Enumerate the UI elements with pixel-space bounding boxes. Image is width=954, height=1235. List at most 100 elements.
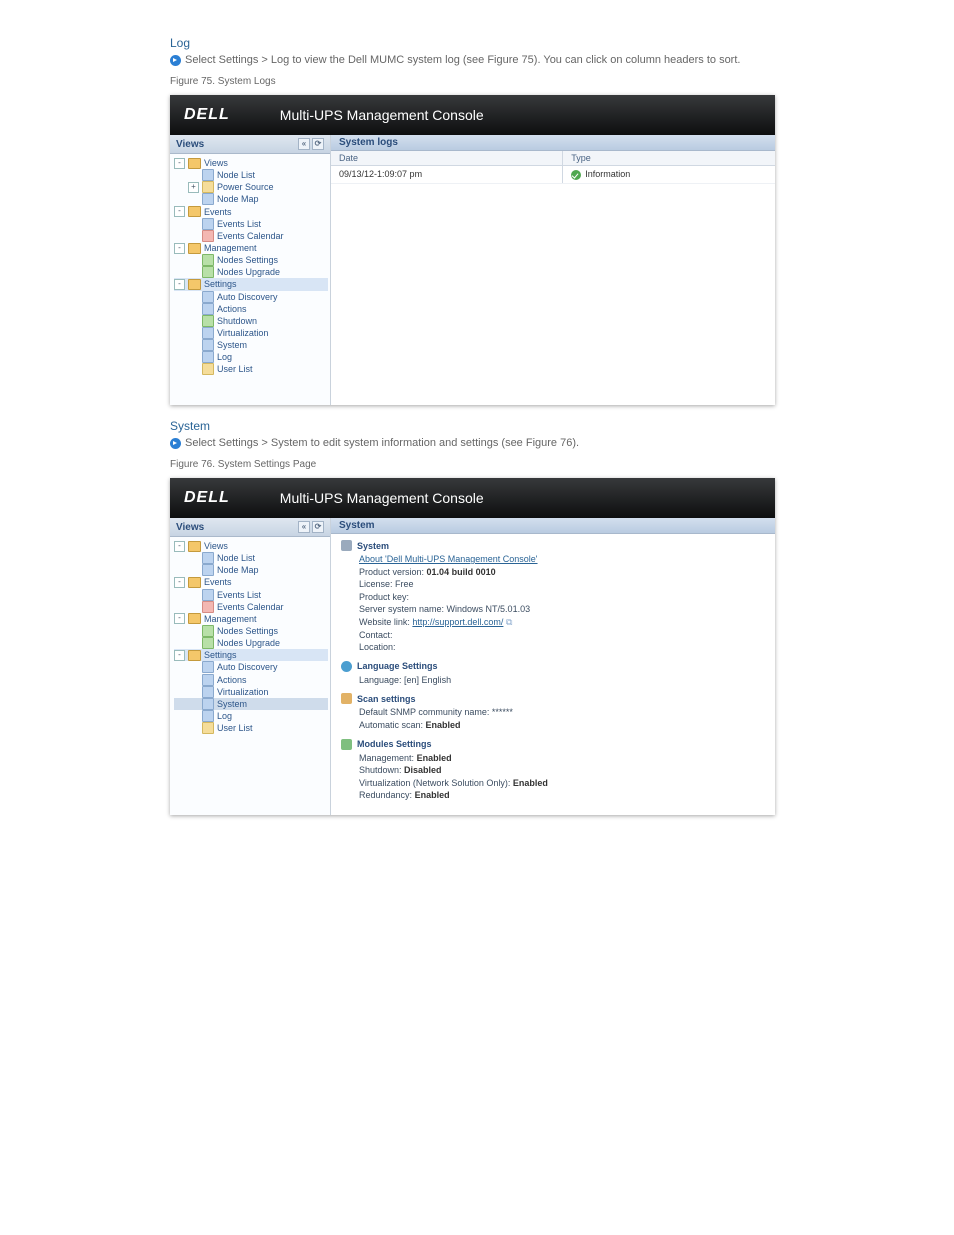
panel-collapse[interactable]: « ⟳ [298,138,324,150]
tree-node-icon [202,169,214,181]
expand-icon[interactable]: - [174,243,185,254]
tree-node-icon [202,589,214,601]
refresh-icon[interactable]: ⟳ [312,138,324,150]
expand-icon[interactable]: + [188,182,199,193]
tree-item-auto-discovery[interactable]: Auto Discovery [174,661,328,673]
tree-item-nodes-settings[interactable]: Nodes Settings [174,625,328,637]
table-header[interactable]: Date Type [331,151,775,166]
tree-item-events[interactable]: - Events [174,206,328,218]
tree-node-icon [202,637,214,649]
tree-item-views[interactable]: - Views [174,540,328,552]
check-icon [571,170,581,180]
tree-item-settings[interactable]: -Settings [174,649,328,661]
about-link[interactable]: About 'Dell Multi-UPS Management Console… [359,554,538,564]
tree-item-label: Virtualization [217,327,268,339]
external-link-icon: ⧉ [506,617,512,627]
scan-icon [341,693,352,704]
expand-icon[interactable]: - [174,206,185,217]
dell-logo: DELL [184,489,230,507]
tree-item-nodes-settings[interactable]: Nodes Settings [174,254,328,266]
tree-item-system[interactable]: System [174,698,328,710]
tree-item-events-list[interactable]: Events List [174,589,328,601]
collapse-icon[interactable]: « [298,521,310,533]
tree-item-user-list[interactable]: User List [174,722,328,734]
tree-item-management[interactable]: -Management [174,242,328,254]
tree-item-events[interactable]: -Events [174,576,328,588]
tree-item-label: Events [204,206,232,218]
expand-icon[interactable]: - [174,279,185,290]
tree-item-label: Nodes Upgrade [217,637,280,649]
expand-icon[interactable]: - [174,158,185,169]
tree-item-auto-discovery[interactable]: Auto Discovery [174,291,328,303]
tree-item-virtualization[interactable]: Virtualization [174,686,328,698]
tree-node-icon [202,674,214,686]
tree-node-icon [202,266,214,278]
tree-item-virtualization[interactable]: Virtualization [174,327,328,339]
folder-icon [188,243,201,254]
tree-item-label: Actions [217,674,247,686]
tree-item-views[interactable]: - Views [174,157,328,169]
expand-icon[interactable]: - [174,613,185,624]
website-link[interactable]: http://support.dell.com/ [412,617,503,627]
tree-node-icon [202,625,214,637]
modules-section: Modules Settings Management: Enabled Shu… [341,739,765,802]
console-system: DELL Multi-UPS Management Console Views … [170,478,775,815]
refresh-icon[interactable]: ⟳ [312,521,324,533]
console-header: DELL Multi-UPS Management Console [170,478,775,518]
sidebar-views: Views « ⟳ -ViewsNode ListNode Map-Events… [170,518,331,815]
col-type[interactable]: Type [563,151,775,165]
cell-date: 09/13/12-1:09:07 pm [331,166,563,183]
tree-node-icon [202,686,214,698]
tree-item-label: Views [204,157,228,169]
tree-item-system[interactable]: System [174,339,328,351]
tree-item-management[interactable]: -Management [174,613,328,625]
tree-item-actions[interactable]: Actions [174,303,328,315]
tree-item-nodes-upgrade[interactable]: Nodes Upgrade [174,266,328,278]
col-date[interactable]: Date [331,151,563,165]
tree-item-label: Settings [204,278,237,290]
collapse-icon[interactable]: « [298,138,310,150]
tree-node-icon [202,363,214,375]
scan-section: Scan settings Default SNMP community nam… [341,693,765,731]
tree-item-nodes-upgrade[interactable]: Nodes Upgrade [174,637,328,649]
tree-node-icon [202,181,214,193]
tree-item-label: Log [217,351,232,363]
tree-item-label: Nodes Settings [217,625,278,637]
tree-item-events-calendar[interactable]: Events Calendar [174,601,328,613]
tree-item-node-map[interactable]: Node Map [174,193,328,205]
console-log: DELL Multi-UPS Management Console Views … [170,95,775,405]
system-section: System About 'Dell Multi-UPS Management … [341,540,765,654]
tree-item-actions[interactable]: Actions [174,674,328,686]
figure-caption-76: Figure 76. System Settings Page [170,459,954,470]
tree-item-label: Events List [217,218,261,230]
tree-item-shutdown[interactable]: Shutdown [174,315,328,327]
tree-node-icon [202,698,214,710]
tree-item-label: System [217,339,247,351]
tree-item-log[interactable]: Log [174,351,328,363]
tree-item-settings[interactable]: - Settings [174,278,328,290]
console-title: Multi-UPS Management Console [280,490,484,506]
table-row[interactable]: 09/13/12-1:09:07 pm Information [331,166,775,184]
figure-caption-75: Figure 75. System Logs [170,76,954,87]
expand-icon[interactable]: - [174,541,185,552]
cell-type: Information [563,166,775,183]
main-header-logs: System logs [331,135,775,151]
tree-item-events-calendar[interactable]: Events Calendar [174,230,328,242]
tree-item-label: System [217,698,247,710]
tree-item-user-list[interactable]: User List [174,363,328,375]
tree-item-label: Views [204,540,228,552]
tree-item-node-list[interactable]: Node List [174,552,328,564]
expand-icon[interactable]: - [174,577,185,588]
folder-icon [188,279,201,290]
tree-item-power-source[interactable]: +Power Source [174,181,328,193]
section-text-log: Select Settings > Log to view the Dell M… [170,54,954,66]
views-panel-header: Views « ⟳ [170,518,330,537]
tree-item-node-map[interactable]: Node Map [174,564,328,576]
tree-item-events-list[interactable]: Events List [174,218,328,230]
panel-collapse[interactable]: « ⟳ [298,521,324,533]
tree-node-icon [202,315,214,327]
tree-item-label: Node List [217,169,255,181]
tree-item-log[interactable]: Log [174,710,328,722]
tree-item-node-list[interactable]: Node List [174,169,328,181]
expand-icon[interactable]: - [174,650,185,661]
